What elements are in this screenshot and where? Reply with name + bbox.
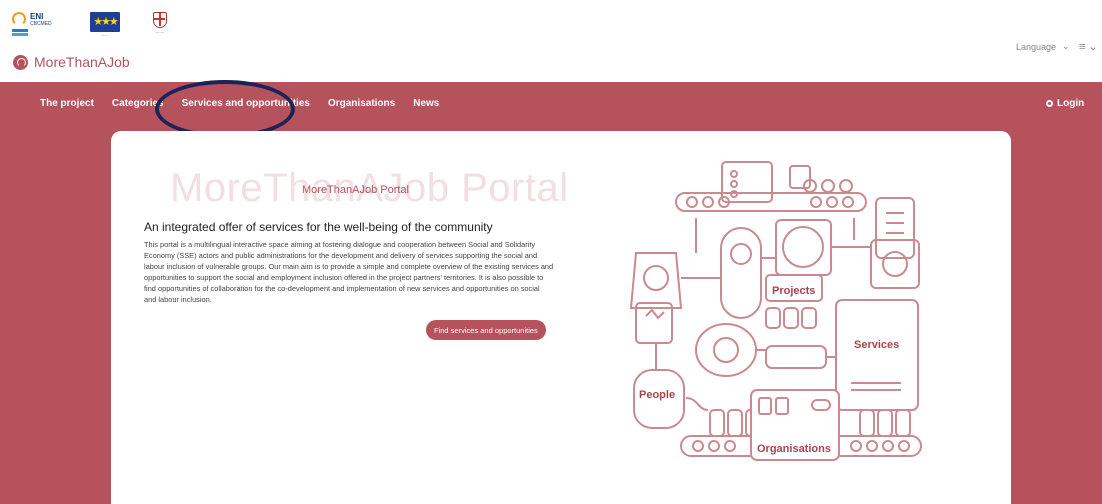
projects-label: Projects [772,285,815,297]
partner-logos: ENI CBCMED ★★★ ····· ······· [12,12,178,42]
brand-name: MoreThanAJob [34,54,130,70]
portal-title: MoreThanAJob Portal [302,184,409,196]
highlight-circle-annotation [155,80,295,138]
organisations-label: Organisations [757,443,831,455]
page: ENI CBCMED ★★★ ····· ······· MoreThanAJo… [0,0,1102,504]
login-link[interactable]: Login [1046,98,1084,109]
nav-news[interactable]: News [413,98,439,109]
gear-icon [1046,100,1053,107]
eni-cbcmed-logo: ENI CBCMED [12,12,68,40]
services-label: Services [854,339,899,351]
login-label: Login [1057,98,1085,109]
portal-illustration: Projects Services People Organisations [629,161,922,461]
chevron-down-icon: ⌄ [1062,41,1070,51]
region-coat-of-arms-logo: ······· [142,12,178,42]
hero-headline: An integrated offer of services for the … [144,220,493,234]
brand-icon [13,54,28,70]
find-services-button[interactable]: Find services and opportunities [426,320,546,340]
hamburger-icon[interactable]: ≡ ⌄ [1079,40,1098,53]
brand-link[interactable]: MoreThanAJob [13,54,130,70]
language-label: Language [1016,41,1057,52]
hero-paragraph: This portal is a multilingual interactiv… [144,240,554,304]
eu-flag-logo: ★★★ ····· [90,12,120,42]
language-selector[interactable]: Language ⌄ [1016,41,1070,52]
nav-organisations[interactable]: Organisations [328,98,395,109]
people-label: People [639,389,675,401]
nav-the-project[interactable]: The project [40,98,94,109]
top-header: ENI CBCMED ★★★ ····· ······· MoreThanAJo… [0,0,1102,82]
